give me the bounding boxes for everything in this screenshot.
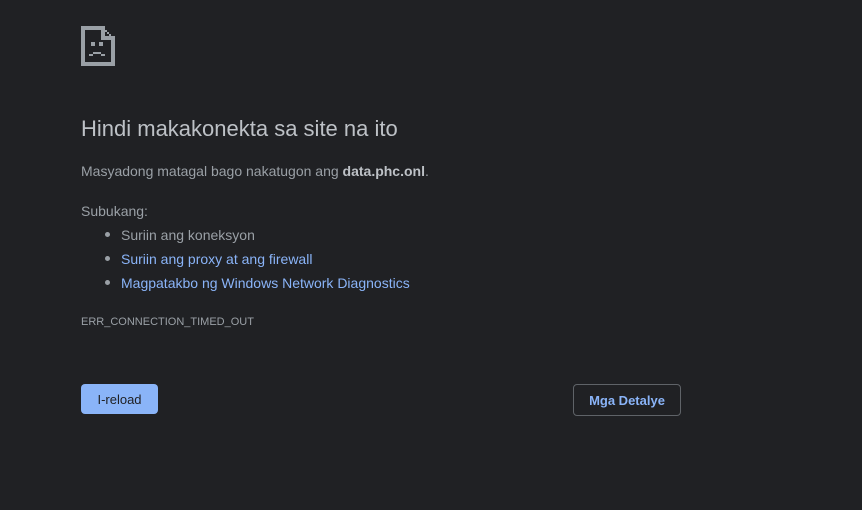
page-title: Hindi makakonekta sa site na ito: [81, 116, 398, 141]
error-summary-suffix: .: [424, 163, 429, 179]
suggestion-network-diagnostics-link[interactable]: Magpatakbo ng Windows Network Diagnostic…: [105, 272, 410, 296]
details-button[interactable]: Mga Detalye: [573, 384, 681, 416]
reload-button[interactable]: I-reload: [81, 384, 158, 414]
error-summary-text: Masyadong matagal bago nakatugon ang: [81, 163, 343, 179]
host-name: data.phc.onl: [342, 163, 425, 179]
error-code: ERR_CONNECTION_TIMED_OUT: [81, 316, 254, 328]
suggestion-check-connection: Suriin ang koneksyon: [105, 224, 410, 248]
sad-document-icon: [81, 26, 115, 66]
suggestions-label: Subukang:: [81, 203, 148, 219]
error-summary: Masyadong matagal bago nakatugon ang dat…: [81, 163, 429, 179]
suggestion-check-proxy-link[interactable]: Suriin ang proxy at ang firewall: [105, 248, 410, 272]
suggestions-list: Suriin ang koneksyon Suriin ang proxy at…: [81, 224, 410, 296]
